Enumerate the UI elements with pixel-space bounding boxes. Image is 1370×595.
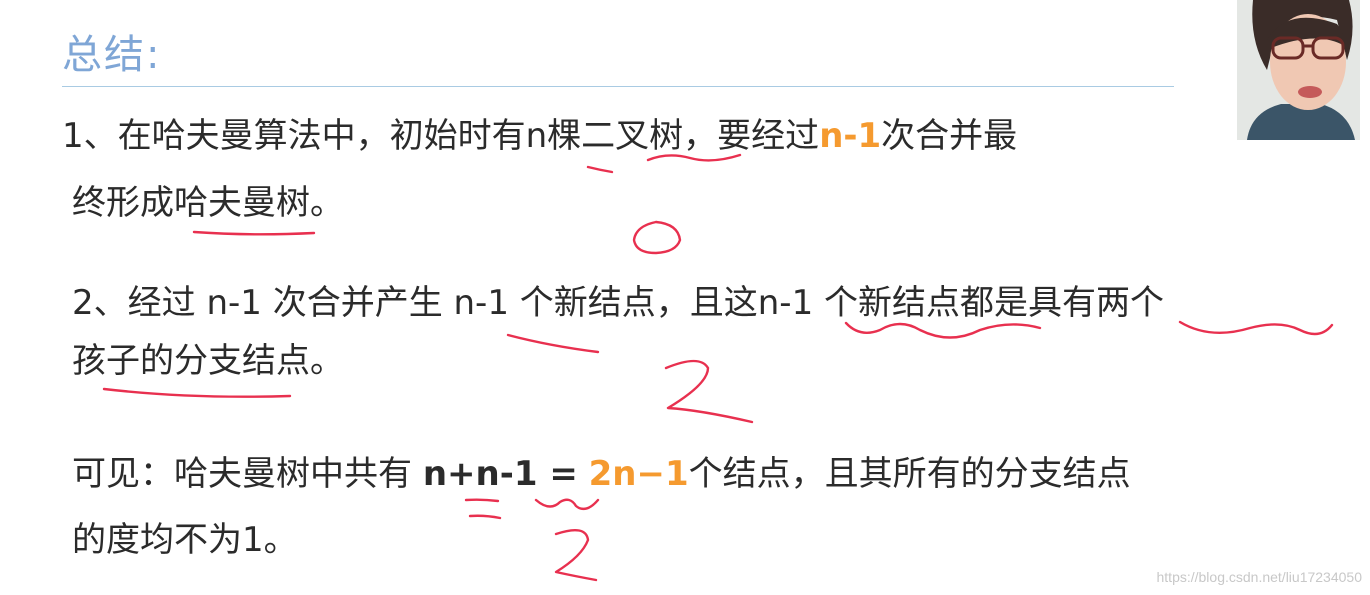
ink-underline-huffman-tree — [192, 230, 316, 236]
ink-underline-new-nodes — [844, 321, 1042, 339]
ink-double-underline-n-b — [468, 514, 502, 520]
slide: 总结: 1、在哈夫曼算法中，初始时有n棵二叉树，要经过n-1次合并最 终形成哈夫… — [0, 0, 1370, 595]
ink-underline-n — [586, 165, 614, 174]
ink-underline-two-children — [1178, 320, 1334, 336]
presenter-webcam — [1237, 0, 1360, 140]
ink-wavy-n1 — [534, 498, 600, 511]
ink-double-underline-n-a — [464, 498, 500, 503]
watermark: https://blog.csdn.net/liu17234050 — [1156, 569, 1363, 585]
ink-underline-merge-n1 — [506, 333, 600, 354]
handwritten-annotations — [102, 153, 1334, 582]
ink-two-small — [554, 528, 598, 582]
ink-underline-branch-nodes — [102, 387, 292, 398]
ink-underline-binary-tree — [646, 153, 742, 162]
presenter-avatar — [1237, 0, 1360, 140]
ink-zero — [632, 220, 682, 255]
ink-two-large — [664, 359, 754, 424]
